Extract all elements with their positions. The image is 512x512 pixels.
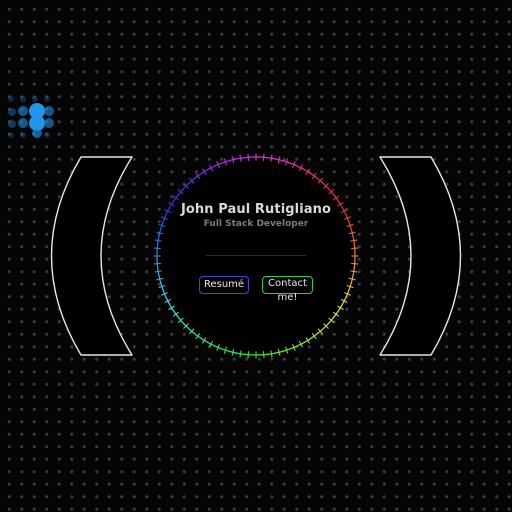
hero-stage: John Paul Rutigliano Full Stack Develope… xyxy=(0,0,512,512)
profile-name: John Paul Rutigliano xyxy=(180,202,332,217)
left-bracket-panel xyxy=(50,156,133,356)
resume-button[interactable]: Resumé xyxy=(199,276,249,294)
right-bracket-panel xyxy=(379,156,462,356)
center-divider xyxy=(206,255,306,256)
profile-role: Full Stack Developer xyxy=(203,219,309,229)
contact-button[interactable]: Contact me! xyxy=(262,276,313,303)
bracket-frame xyxy=(50,153,462,359)
